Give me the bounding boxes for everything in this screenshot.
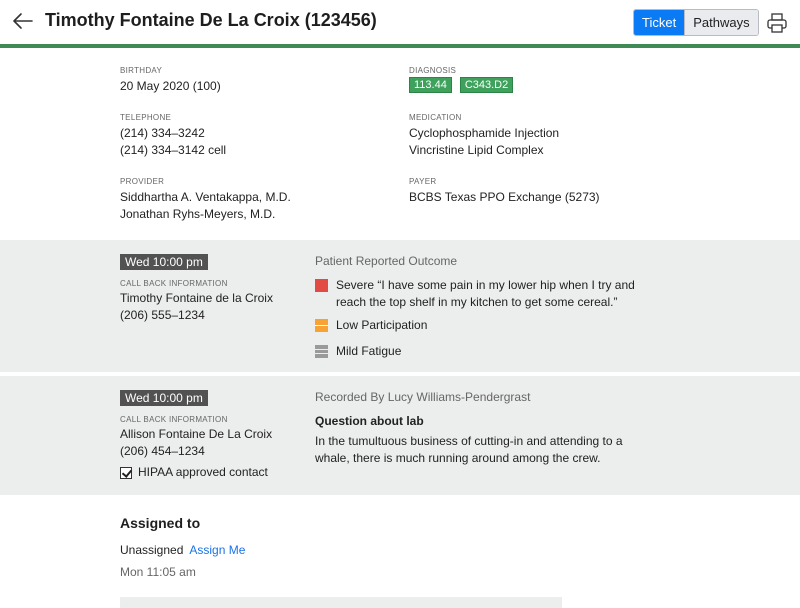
view-switcher: Ticket Pathways xyxy=(633,9,759,36)
entry-time-badge: Wed 10:00 pm xyxy=(120,390,208,406)
diagnosis-code[interactable]: 113.44 xyxy=(409,77,452,93)
tab-ticket[interactable]: Ticket xyxy=(634,10,685,35)
callback-name: Allison Fontaine De La Croix xyxy=(120,427,273,441)
mild-indicator-icon xyxy=(315,345,328,358)
entry-time-badge: Wed 10:00 pm xyxy=(120,254,208,270)
callback-name: Timothy Fontaine de la Croix xyxy=(120,291,273,305)
outcome-text: Severe “I have some pain in my lower hip… xyxy=(336,278,635,292)
severe-indicator-icon xyxy=(315,279,328,292)
entry-subject: Question about lab xyxy=(315,414,424,428)
diagnosis-field: DIAGNOSIS 113.44 C343.D2 xyxy=(409,66,514,93)
assignment-row: Unassigned Assign Me xyxy=(120,543,245,557)
callback-label: CALL BACK INFORMATION xyxy=(120,415,228,424)
provider-label: PROVIDER xyxy=(120,177,165,186)
medication-label: MEDICATION xyxy=(409,113,462,122)
outcome-text: Low Participation xyxy=(336,318,428,332)
moderate-indicator-icon xyxy=(315,319,328,332)
entry-body: In the tumultuous business of cutting-in… xyxy=(315,434,623,448)
medication-field: MEDICATION Cyclophosphamide Injection Vi… xyxy=(409,113,559,159)
callback-phone[interactable]: (206) 454–1234 xyxy=(120,443,272,460)
entry-heading: Recorded By Lucy Williams-Pendergrast xyxy=(315,390,531,404)
timeline-entry: Wed 10:00 pm CALL BACK INFORMATION Timot… xyxy=(0,240,800,372)
hipaa-row: HIPAA approved contact xyxy=(120,464,272,481)
payer-field: PAYER BCBS Texas PPO Exchange (5273) xyxy=(409,177,600,206)
page-title: Timothy Fontaine De La Croix (123456) xyxy=(45,10,377,30)
entry-heading: Patient Reported Outcome xyxy=(315,254,458,268)
assign-me-link[interactable]: Assign Me xyxy=(189,543,245,557)
birthday-label: BIRTHDAY xyxy=(120,66,163,75)
outcome-text: Mild Fatigue xyxy=(336,344,402,358)
entry-body-cont: whale, there is much running around amon… xyxy=(315,451,601,465)
payer-label: PAYER xyxy=(409,177,437,186)
provider-item: Jonathan Ryhs-Meyers, M.D. xyxy=(120,207,276,221)
birthday-field: BIRTHDAY 20 May 2020 (100) xyxy=(120,66,221,95)
printer-icon[interactable] xyxy=(766,12,788,34)
callback-label: CALL BACK INFORMATION xyxy=(120,279,228,288)
timeline-entry: Wed 10:00 pm CALL BACK INFORMATION Allis… xyxy=(0,376,800,495)
hipaa-checkbox[interactable] xyxy=(120,466,132,479)
header-accent-bar xyxy=(0,44,800,48)
telephone-primary[interactable]: (214) 334–3242 xyxy=(120,125,226,142)
assignment-status: Unassigned xyxy=(120,543,184,557)
telephone-cell[interactable]: (214) 334–3142 cell xyxy=(120,142,226,159)
birthday-value: 20 May 2020 (100) xyxy=(120,79,221,93)
telephone-label: TELEPHONE xyxy=(120,113,172,122)
diagnosis-code[interactable]: C343.D2 xyxy=(459,77,514,93)
medication-item: Vincristine Lipid Complex xyxy=(409,143,544,157)
outcome-item: Severe “I have some pain in my lower hip… xyxy=(315,277,675,311)
outcome-item: Mild Fatigue xyxy=(315,343,675,360)
comment-box[interactable] xyxy=(120,597,562,608)
callback-phone[interactable]: (206) 555–1234 xyxy=(120,307,273,324)
outcome-text-cont: reach the top shelf in my kitchen to get… xyxy=(336,295,618,309)
assigned-to-heading: Assigned to xyxy=(120,515,201,531)
provider-field: PROVIDER Siddhartha A. Ventakappa, M.D. … xyxy=(120,177,291,223)
telephone-field: TELEPHONE (214) 334–3242 (214) 334–3142 … xyxy=(120,113,226,159)
assignment-time: Mon 11:05 am xyxy=(120,565,196,579)
diagnosis-label: DIAGNOSIS xyxy=(409,66,457,75)
back-arrow-icon[interactable] xyxy=(12,10,34,32)
hipaa-label: HIPAA approved contact xyxy=(138,465,268,479)
tab-pathways[interactable]: Pathways xyxy=(684,10,758,35)
header-bar: Timothy Fontaine De La Croix (123456) Ti… xyxy=(0,0,800,44)
outcome-item: Low Participation xyxy=(315,317,675,334)
payer-value: BCBS Texas PPO Exchange (5273) xyxy=(409,190,600,204)
medication-item: Cyclophosphamide Injection xyxy=(409,126,560,140)
provider-item: Siddhartha A. Ventakappa, M.D. xyxy=(120,190,291,204)
